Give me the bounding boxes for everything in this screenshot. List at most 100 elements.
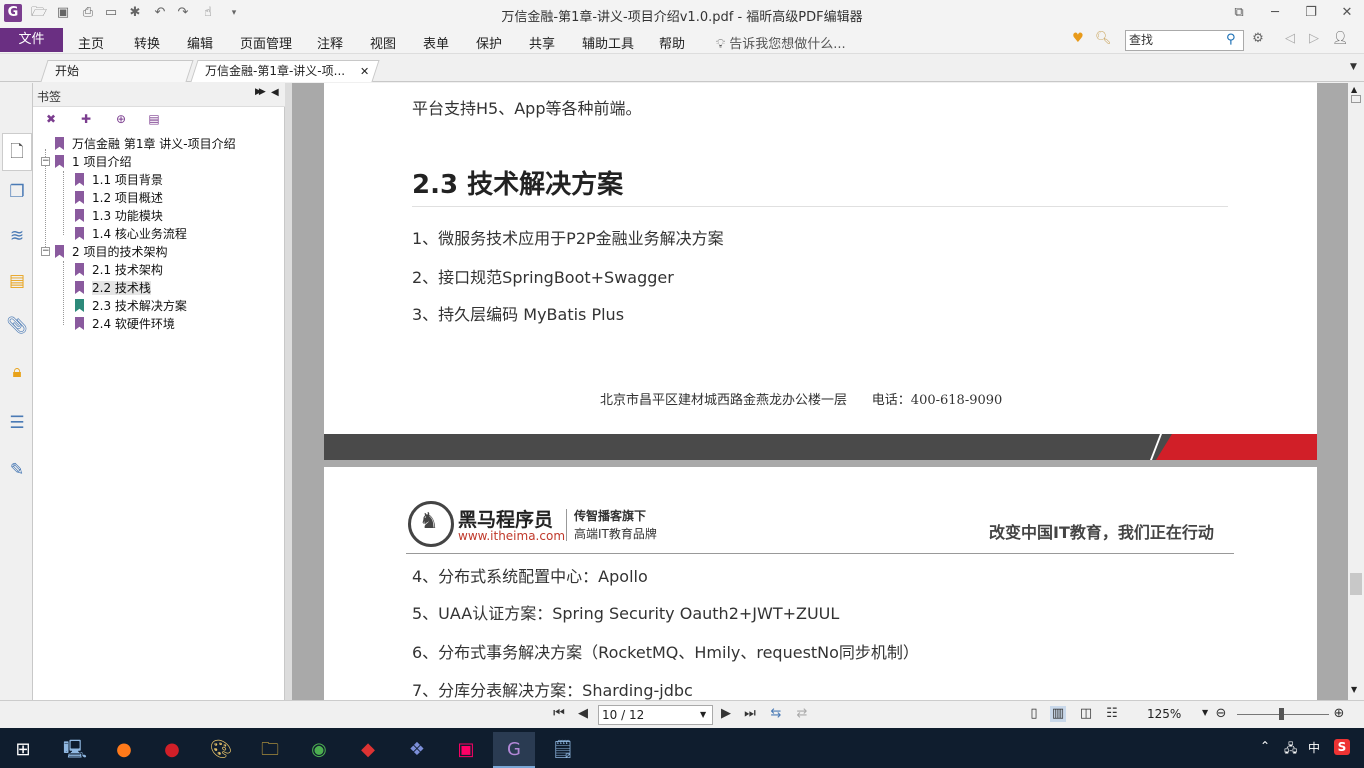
bookmark-chapter-1[interactable]: 1 项目介绍 <box>55 153 131 171</box>
bookmark-2-2[interactable]: 2.2 技术栈 <box>75 279 151 297</box>
panel-splitter[interactable] <box>285 83 292 700</box>
collapse-toggle-icon[interactable]: − <box>41 157 50 166</box>
scroll-up-icon[interactable]: ▲ <box>1351 85 1357 94</box>
tab-current-document[interactable]: 万信金融-第1章-讲义-项... <box>190 60 380 82</box>
list-item: 4、分布式系统配置中心：Apollo <box>412 567 648 586</box>
bookmark-flag-icon <box>75 317 84 330</box>
tab-start-label: 开始 <box>55 64 80 78</box>
close-tab-icon[interactable]: ✕ <box>360 65 369 78</box>
add-bookmark-icon[interactable]: ✚ <box>78 111 94 127</box>
delete-bookmark-icon[interactable]: ✖ <box>43 111 59 127</box>
continuous-facing-view-icon[interactable]: ☷ <box>1104 706 1120 722</box>
zoom-out-icon[interactable]: ⊖ <box>1213 706 1229 722</box>
navigation-rail: 🗋︎ ❐ ≋ ▤ 📎︎ 🔒︎ ☰ ✎ <box>0 83 33 700</box>
split-view-handle[interactable] <box>1351 95 1361 103</box>
menu-comment[interactable]: 注释 <box>317 33 343 52</box>
file-explorer-icon[interactable]: 🗀 <box>249 732 291 768</box>
network-icon[interactable]: 🖧︎ <box>1284 739 1297 760</box>
zoom-dropdown-icon[interactable]: ▼ <box>1202 708 1208 717</box>
find-folder-icon[interactable]: 🔍︎ <box>1095 31 1112 47</box>
previous-view-page-icon[interactable]: ⇆ <box>768 706 784 722</box>
last-page-icon[interactable]: ⏭ <box>742 706 758 722</box>
windows-start-icon[interactable]: ⊞ <box>2 732 44 768</box>
red-ball-app-icon[interactable]: ● <box>151 732 193 768</box>
bookmark-root[interactable]: 万信金融 第1章 讲义-项目介绍 <box>55 135 236 153</box>
menu-protect[interactable]: 保护 <box>476 33 502 52</box>
scrollbar-thumb[interactable] <box>1350 573 1362 595</box>
next-view-icon[interactable]: ▷ <box>1306 31 1322 47</box>
page-dropdown-icon[interactable]: ▼ <box>700 706 706 724</box>
menu-convert[interactable]: 转换 <box>134 33 160 52</box>
paw-app-icon[interactable]: ● <box>103 732 145 768</box>
title-bar: G 🗁 ▣ ⎙ ▭ ✱ ↶ ↷ ☝ ▾ 万信金融-第1章-讲义-项目介绍v1.0… <box>0 0 1364 28</box>
previous-page-icon[interactable]: ◀ <box>575 706 591 722</box>
computer-app-icon[interactable]: 🖳︎ <box>54 732 96 768</box>
dolphin-app-icon[interactable]: ❖ <box>396 732 438 768</box>
menu-share[interactable]: 共享 <box>529 33 555 52</box>
bookmark-chapter-2[interactable]: 2 项目的技术架构 <box>55 243 167 261</box>
ime-indicator[interactable]: 中 <box>1308 739 1320 756</box>
next-page-icon[interactable]: ▶ <box>718 706 734 722</box>
layers-icon[interactable]: ≋ <box>6 225 28 247</box>
maximize-button[interactable]: ❐ <box>1296 3 1326 23</box>
scroll-down-icon[interactable]: ▼ <box>1351 685 1357 694</box>
page-thumbnails-icon[interactable]: ❐ <box>6 181 28 203</box>
minimize-button[interactable]: ─ <box>1260 3 1290 23</box>
user-account-icon[interactable]: 👤︎ <box>1332 31 1349 47</box>
document-viewport[interactable]: 平台支持H5、App等各种前端。 2.3 技术解决方案 1、微服务技术应用于P2… <box>292 83 1348 700</box>
collapse-panel-icon[interactable]: ▶▶ <box>255 87 266 97</box>
bookmark-2-4[interactable]: 2.4 软硬件环境 <box>75 315 175 333</box>
settings-gear-icon[interactable]: ⚙ <box>1250 31 1266 47</box>
bookmark-1-3[interactable]: 1.3 功能模块 <box>75 207 163 225</box>
next-view-page-icon[interactable]: ⇄ <box>794 706 810 722</box>
sogou-input-icon[interactable]: S <box>1334 739 1350 755</box>
foxit-pdf-taskbar-icon[interactable]: G <box>493 732 535 768</box>
notepad-app-icon[interactable]: 🗒︎ <box>542 732 584 768</box>
comments-icon[interactable]: ▤ <box>6 270 28 292</box>
tab-start[interactable]: 开始 <box>40 60 194 82</box>
menu-file[interactable]: 文件 <box>0 28 63 52</box>
restore-layout-button[interactable]: ⧉ <box>1224 3 1254 23</box>
bookmark-2-3-current[interactable]: 2.3 技术解决方案 <box>75 297 187 315</box>
menu-form[interactable]: 表单 <box>423 33 449 52</box>
intellij-idea-icon[interactable]: ▣ <box>445 732 487 768</box>
menu-help[interactable]: 帮助 <box>659 33 685 52</box>
zoom-level[interactable]: 125% <box>1147 707 1181 721</box>
redis-app-icon[interactable]: ◆ <box>347 732 389 768</box>
chrome-browser-icon[interactable]: ◉ <box>298 732 340 768</box>
bookmark-1-4[interactable]: 1.4 核心业务流程 <box>75 225 187 243</box>
search-icon[interactable]: ⚲ <box>1226 32 1236 47</box>
zoom-in-icon[interactable]: ⊕ <box>1331 706 1347 722</box>
bookmark-2-1[interactable]: 2.1 技术架构 <box>75 261 163 279</box>
continuous-page-view-icon[interactable]: ▥ <box>1050 706 1066 722</box>
security-lock-icon[interactable]: 🔒︎ <box>6 361 28 383</box>
menu-view[interactable]: 视图 <box>370 33 396 52</box>
bookmark-1-1[interactable]: 1.1 项目背景 <box>75 171 163 189</box>
menu-edit[interactable]: 编辑 <box>187 33 213 52</box>
single-page-view-icon[interactable]: ▯ <box>1026 706 1042 722</box>
previous-view-icon[interactable]: ◁ <box>1282 31 1298 47</box>
bookmarks-panel-icon[interactable]: 🗋︎ <box>2 133 32 171</box>
zoom-slider-thumb[interactable] <box>1279 708 1284 720</box>
paint-app-icon[interactable]: 🎨︎ <box>200 732 242 768</box>
close-button[interactable]: ✕ <box>1332 3 1362 23</box>
favorite-heart-icon[interactable]: ♥ <box>1070 31 1086 47</box>
content-list-icon[interactable]: ☰ <box>6 412 28 434</box>
page-number-field[interactable]: 10 / 12 ▼ <box>598 705 713 725</box>
tray-chevron-icon[interactable]: ⌃ <box>1260 739 1270 753</box>
vertical-scrollbar[interactable]: ▲ ▼ <box>1348 83 1364 700</box>
menu-home[interactable]: 主页 <box>78 33 104 52</box>
tab-list-chevron-icon[interactable]: ▼ <box>1350 62 1357 72</box>
pin-panel-icon[interactable]: ◀ <box>271 87 279 98</box>
bookmark-1-2[interactable]: 1.2 项目概述 <box>75 189 163 207</box>
facing-page-view-icon[interactable]: ◫ <box>1078 706 1094 722</box>
menu-page-management[interactable]: 页面管理 <box>240 33 292 52</box>
menu-accessibility[interactable]: 辅助工具 <box>582 33 634 52</box>
tell-me-search[interactable]: 💡︎ 告诉我您想做什么... <box>716 33 846 52</box>
add-child-bookmark-icon[interactable]: ⊕ <box>113 111 129 127</box>
bookmark-properties-icon[interactable]: ▤ <box>146 111 162 127</box>
collapse-toggle-icon[interactable]: − <box>41 247 50 256</box>
signature-tool-icon[interactable]: ✎ <box>6 459 28 481</box>
attachments-paperclip-icon[interactable]: 📎︎ <box>6 315 28 337</box>
first-page-icon[interactable]: ⏮ <box>551 706 567 722</box>
